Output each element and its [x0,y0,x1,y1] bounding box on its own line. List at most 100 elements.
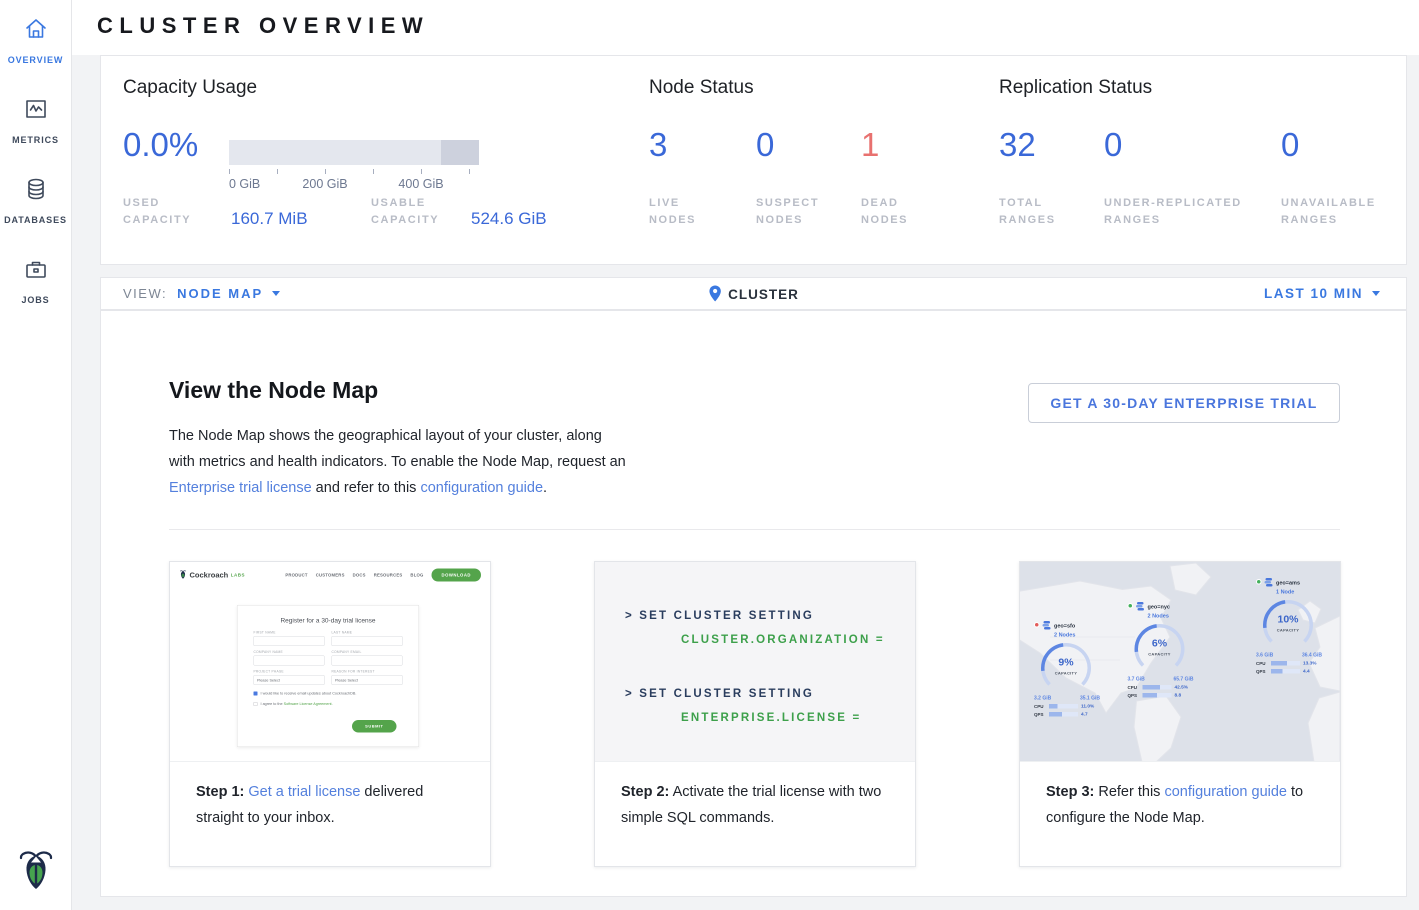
capacity-arc-gauge: 10% CAPACITY [1263,600,1313,650]
locality-capacity-percent: 9% [1041,657,1091,669]
usable-capacity-label: USABLE CAPACITY [371,195,439,229]
capacity-label: CAPACITY [1263,628,1313,633]
time-range-value: LAST 10 MIN [1264,286,1363,301]
node-status-title: Node Status [649,77,754,99]
breadcrumb-cluster: CLUSTER [708,278,799,311]
sidebar: OVERVIEW METRICS DATABASES JOBS [0,0,72,910]
chevron-down-icon [272,291,280,296]
enterprise-trial-button[interactable]: GET A 30-DAY ENTERPRISE TRIAL [1028,383,1340,423]
step1-card: Cockroach LABS PRODUCT CUSTOMERS DOCS RE… [169,561,491,867]
sidebar-label-jobs: JOBS [21,295,49,305]
qps-label: QPS [1034,712,1046,717]
mini-nav-blog: BLOG [410,573,423,578]
home-icon [23,16,49,47]
cockroach-labs-logo-icon [18,849,54,900]
capacity-used: 3.7 GiB [1128,677,1145,683]
used-capacity-value: 160.7 MiB [231,209,308,229]
mini-field-label: PROJECT PHASE [254,670,325,674]
cpu-bar [1271,661,1300,666]
step2-prefix: Step 2: [621,784,669,800]
replication-status-title: Replication Status [999,77,1152,99]
mini-first-name-input [254,636,325,646]
sidebar-item-metrics[interactable]: METRICS [0,80,71,160]
capacity-label: CAPACITY [1041,671,1091,676]
status-dot-live-icon [1128,603,1134,609]
step1-caption: Step 1: Get a trial license delivered st… [170,762,490,831]
capacity-total: 65.7 GiB [1173,677,1193,683]
mini-brand-suffix: LABS [231,573,245,578]
used-capacity-label: USED CAPACITY [123,195,191,229]
capacity-gauge [229,140,479,165]
step3-text: Refer this [1094,784,1164,800]
sql-command-1: > SET CLUSTER SETTING [625,604,915,628]
step2-caption: Step 2: Activate the trial license with … [595,762,915,831]
mini-checkbox-empty [254,702,258,706]
sql-command-2: > SET CLUSTER SETTING [625,682,915,706]
divider [169,529,1340,530]
mini-checkbox2-text: I agree to the [261,702,284,707]
mini-brand-name: Cockroach [190,571,229,580]
step2-card: > SET CLUSTER SETTING CLUSTER.ORGANIZATI… [594,561,916,867]
sidebar-item-databases[interactable]: DATABASES [0,160,71,240]
view-selector-dropdown[interactable]: NODE MAP [177,286,280,301]
locality-node-count: 2 Nodes [1148,613,1169,619]
capacity-used-percent: 0.0% [123,126,198,164]
capacity-total: 35.1 GiB [1080,696,1100,702]
mini-project-phase-select: Please Select [254,675,325,685]
under-replicated-ranges-count: 0 [1104,126,1122,164]
mini-trial-form: Register for a 30-day trial license FIRS… [237,605,419,747]
qps-value: 8.8 [1175,693,1182,699]
capacity-label: CAPACITY [1135,652,1185,657]
mini-nav-customers: CUSTOMERS [316,573,345,578]
mini-reason-select: Please Select [332,675,403,685]
qps-bar [1049,712,1078,717]
enterprise-trial-license-link[interactable]: Enterprise trial license [169,480,312,496]
mini-license-link: Software License Agreement. [284,702,333,707]
mini-nav-resources: RESOURCES [374,573,403,578]
cpu-value: 13.3% [1303,661,1316,667]
sql-argument-1: CLUSTER.ORGANIZATION = [625,628,915,652]
step1-prefix: Step 1: [196,784,244,800]
map-locality-sfo: geo=sfo2 Nodes 9% CAPACITY 3.2 GiB35.1 G… [1034,621,1119,717]
node-map-panel: View the Node Map The Node Map shows the… [100,310,1407,897]
qps-label: QPS [1128,693,1140,698]
status-dot-dead-icon [1034,622,1040,628]
under-replicated-ranges-label: UNDER-REPLICATED RANGES [1104,195,1242,229]
get-trial-license-link[interactable]: Get a trial license [248,784,360,800]
cluster-summary-panel: Capacity Usage 0.0% 0 GiB 200 GiB 400 Gi… [100,55,1407,265]
node-map-heading: View the Node Map [169,377,378,404]
status-dot-live-icon [1256,579,1262,585]
mini-site-navbar: Cockroach LABS PRODUCT CUSTOMERS DOCS RE… [170,562,490,588]
suspect-nodes-label: SUSPECT NODES [756,195,819,229]
map-pin-icon [708,285,721,305]
qps-value: 4.4 [1303,669,1310,675]
capacity-arc-gauge: 9% CAPACITY [1041,643,1091,693]
mini-company-email-input [332,656,403,666]
step3-card: geo=sfo2 Nodes 9% CAPACITY 3.2 GiB35.1 G… [1019,561,1341,867]
locality-capacity-percent: 10% [1263,614,1313,626]
configuration-guide-link[interactable]: configuration guide [420,480,543,496]
locality-name: geo=sfo [1054,623,1075,629]
mini-field-label: FIRST NAME [254,631,325,635]
gauge-tick-label-400: 400 GiB [398,177,443,191]
map-locality-ams: geo=ams1 Node 10% CAPACITY 3.6 GiB36.4 G… [1256,578,1340,674]
time-range-dropdown[interactable]: LAST 10 MIN [1264,286,1380,301]
mini-nav-links: PRODUCT CUSTOMERS DOCS RESOURCES BLOG [285,573,423,578]
mini-field-label: COMPANY EMAIL [332,651,403,655]
gauge-tick [469,169,470,174]
cpu-bar [1143,685,1172,690]
sidebar-item-overview[interactable]: OVERVIEW [0,0,71,80]
mini-checkbox-checked [254,691,258,695]
mini-field-label: LAST NAME [332,631,403,635]
configuration-guide-link[interactable]: configuration guide [1164,784,1287,800]
cpu-label: CPU [1256,661,1268,666]
mini-nav-product: PRODUCT [285,573,307,578]
cpu-label: CPU [1128,685,1140,690]
live-nodes-count: 3 [649,126,667,164]
sidebar-item-jobs[interactable]: JOBS [0,240,71,320]
mini-form-title: Register for a 30-day trial license [254,617,403,625]
gauge-tick [325,169,326,174]
step1-screenshot: Cockroach LABS PRODUCT CUSTOMERS DOCS RE… [170,562,490,762]
locality-name: geo=nyc [1148,604,1170,610]
mini-checkbox1-text: I would like to receive email updates ab… [261,691,357,696]
